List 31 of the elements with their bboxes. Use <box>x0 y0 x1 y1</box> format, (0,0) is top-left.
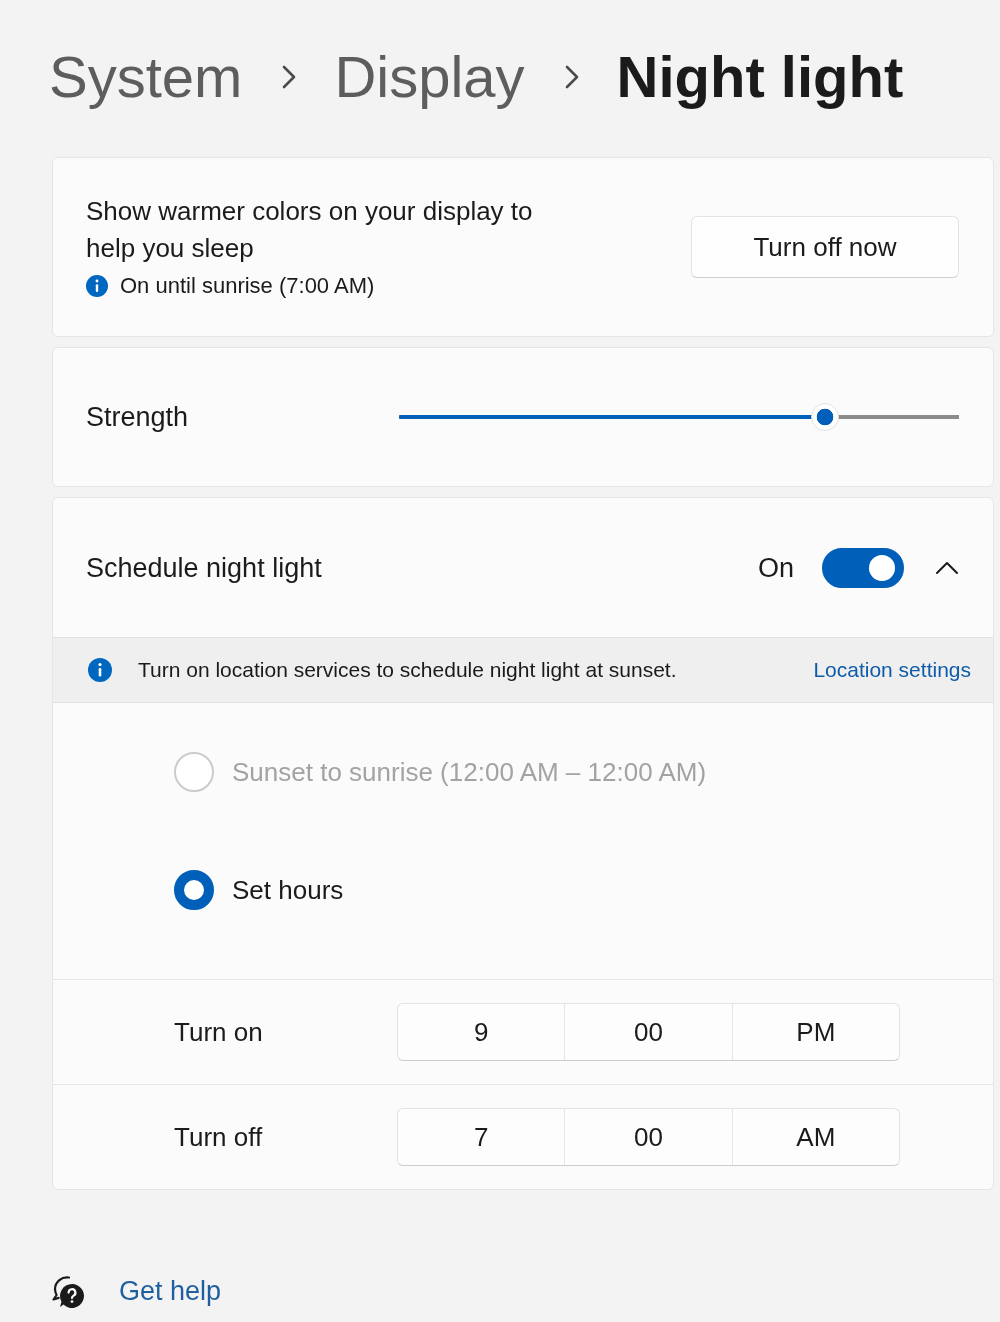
help-icon <box>49 1273 85 1309</box>
breadcrumb-link[interactable]: Display <box>334 43 525 110</box>
notice-text: Turn on location services to schedule night light at sunset. <box>138 658 677 682</box>
strength-label: Strength <box>86 401 189 434</box>
time-label: Turn off <box>174 1121 264 1153</box>
toggle-state-text: On <box>757 551 794 585</box>
hour-segment[interactable]: 7 <box>398 1109 565 1165</box>
location-settings-link[interactable]: Location settings <box>813 658 971 682</box>
info-icon <box>86 275 108 297</box>
toggle-switch[interactable] <box>822 547 904 588</box>
hour-segment[interactable]: 9 <box>398 1004 565 1060</box>
radio-label: Sunset to sunrise (12:00 AM – 12:00 AM) <box>232 756 707 788</box>
slider-thumb[interactable] <box>810 403 839 431</box>
minute-segment[interactable]: 00 <box>564 1004 732 1060</box>
info-icon <box>88 658 112 682</box>
radio-button[interactable] <box>174 870 214 910</box>
get-help-link[interactable]: Get help <box>119 1275 222 1307</box>
radio-label: Set hours <box>232 874 344 906</box>
chevron-right-icon <box>564 64 579 89</box>
status-text: On until sunrise (7:00 AM) <box>120 272 375 300</box>
setting-label: Schedule night light <box>86 551 322 585</box>
turn-off-button[interactable]: Turn off now <box>691 216 959 278</box>
minute-segment[interactable]: 00 <box>564 1109 732 1165</box>
chevron-right-icon <box>282 64 297 89</box>
description-text: Show warmer colors on your display to help you sleep <box>86 195 534 265</box>
page-title: Night light <box>616 43 904 110</box>
breadcrumb-link[interactable]: System <box>49 43 243 110</box>
period-segment[interactable]: AM <box>731 1109 899 1165</box>
chevron-up-icon[interactable] <box>935 560 959 575</box>
period-segment[interactable]: PM <box>731 1004 899 1060</box>
time-label: Turn on <box>174 1016 264 1048</box>
